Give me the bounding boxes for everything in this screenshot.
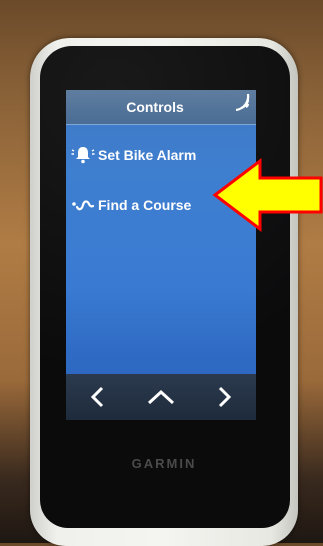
course-route-icon	[70, 195, 96, 215]
up-button[interactable]	[141, 377, 181, 417]
menu-item-label: Find a Course	[98, 197, 192, 213]
signal-icon	[235, 93, 250, 112]
page-title: Controls	[126, 99, 184, 115]
arrow-left-icon	[212, 158, 323, 232]
device-screen: Controls Set Bike Alarm Find a Course	[66, 90, 256, 420]
brand-logo: GARMIN	[131, 456, 197, 471]
screen-header: Controls	[66, 90, 256, 125]
forward-button[interactable]	[204, 377, 244, 417]
nav-bar	[66, 374, 256, 420]
chevron-right-icon	[219, 386, 232, 408]
menu-item-label: Set Bike Alarm	[98, 147, 197, 163]
chevron-left-icon	[90, 386, 103, 408]
back-button[interactable]	[78, 377, 118, 417]
chevron-up-icon	[147, 389, 174, 405]
bell-icon	[70, 145, 96, 165]
